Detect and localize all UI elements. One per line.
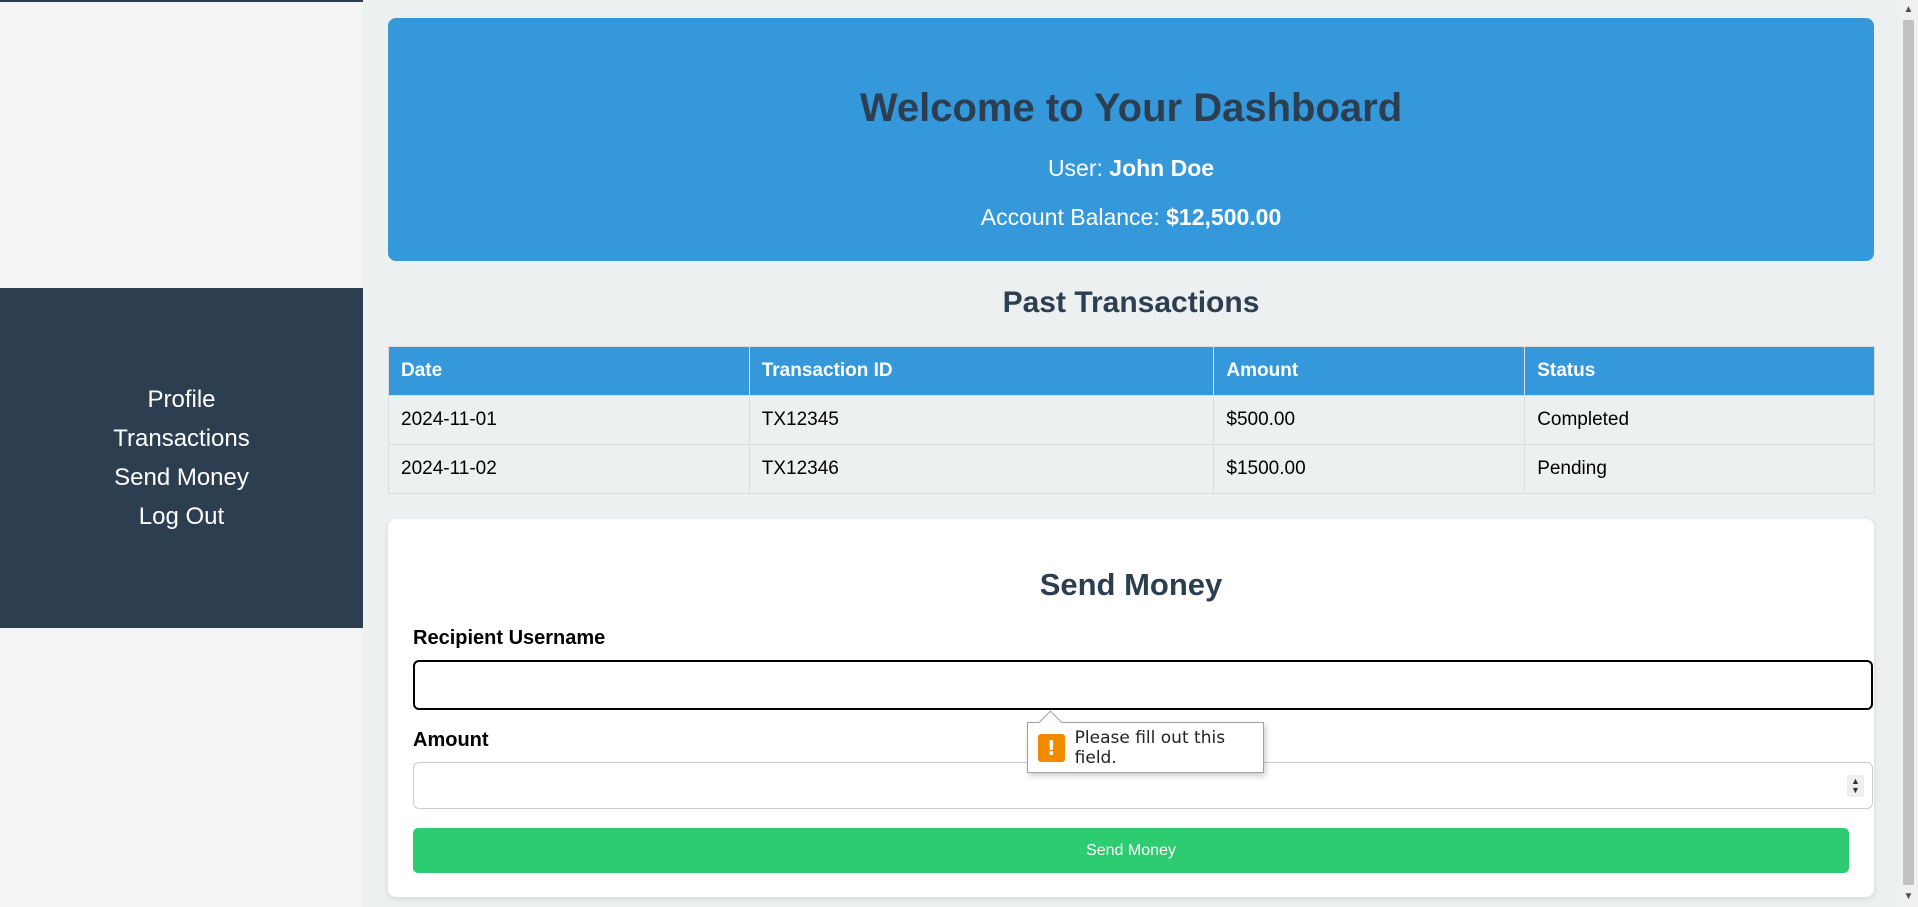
user-label: User: xyxy=(1047,155,1103,181)
spinner-down-icon[interactable]: ▼ xyxy=(1851,786,1860,795)
scroll-down-icon[interactable]: ▼ xyxy=(1899,889,1918,905)
amount-label: Amount xyxy=(413,729,489,751)
column-header-amount: Amount xyxy=(1213,346,1526,396)
table-row: 2024-11-02 TX12346 $1500.00 Pending xyxy=(388,444,1875,494)
send-money-card: Send Money Recipient Username Amount ▲ ▼… xyxy=(388,519,1874,897)
balance-line: Account Balance: $12,500.00 xyxy=(388,204,1874,231)
warning-icon: ! xyxy=(1038,733,1065,762)
send-money-button[interactable]: Send Money xyxy=(413,828,1849,873)
column-header-transaction-id: Transaction ID xyxy=(748,346,1215,396)
number-spinner[interactable]: ▲ ▼ xyxy=(1847,775,1864,797)
recipient-label: Recipient Username xyxy=(413,627,606,649)
balance-value: $12,500.00 xyxy=(1166,204,1282,230)
dashboard-header: Welcome to Your Dashboard User: John Doe… xyxy=(388,18,1874,261)
sidebar-item-log-out[interactable]: Log Out xyxy=(139,497,224,536)
sidebar: Profile Transactions Send Money Log Out xyxy=(0,288,363,628)
transactions-table: Date Transaction ID Amount Status 2024-1… xyxy=(388,346,1875,494)
cell-transaction-id: TX12345 xyxy=(748,395,1215,445)
scroll-up-icon[interactable]: ▲ xyxy=(1899,2,1918,18)
transactions-title: Past Transactions xyxy=(1002,286,1260,319)
cell-date: 2024-11-01 xyxy=(388,395,750,445)
cell-status: Completed xyxy=(1524,395,1875,445)
sidebar-item-profile[interactable]: Profile xyxy=(147,380,215,419)
validation-tooltip: ! Please fill out this field. xyxy=(1027,710,1264,773)
sidebar-item-send-money[interactable]: Send Money xyxy=(114,458,249,497)
scrollbar-thumb[interactable] xyxy=(1903,20,1914,885)
column-header-date: Date xyxy=(388,346,750,396)
vertical-scrollbar[interactable]: ▲ ▼ xyxy=(1899,0,1918,907)
table-row: 2024-11-01 TX12345 $500.00 Completed xyxy=(388,395,1875,445)
cell-date: 2024-11-02 xyxy=(388,444,750,494)
table-header-row: Date Transaction ID Amount Status xyxy=(388,346,1875,396)
balance-label: Account Balance: xyxy=(980,204,1160,230)
sidebar-item-transactions[interactable]: Transactions xyxy=(113,419,250,458)
send-money-title: Send Money xyxy=(1039,567,1223,602)
cell-transaction-id: TX12346 xyxy=(748,444,1215,494)
tooltip-message: Please fill out this field. xyxy=(1074,727,1226,768)
column-header-status: Status xyxy=(1524,346,1875,396)
user-name: John Doe xyxy=(1109,155,1215,181)
cell-amount: $500.00 xyxy=(1213,395,1526,445)
recipient-username-input[interactable] xyxy=(413,660,1873,710)
cell-amount: $1500.00 xyxy=(1213,444,1526,494)
user-line: User: John Doe xyxy=(388,155,1874,182)
cell-status: Pending xyxy=(1524,444,1875,494)
page-title: Welcome to Your Dashboard xyxy=(859,86,1403,130)
